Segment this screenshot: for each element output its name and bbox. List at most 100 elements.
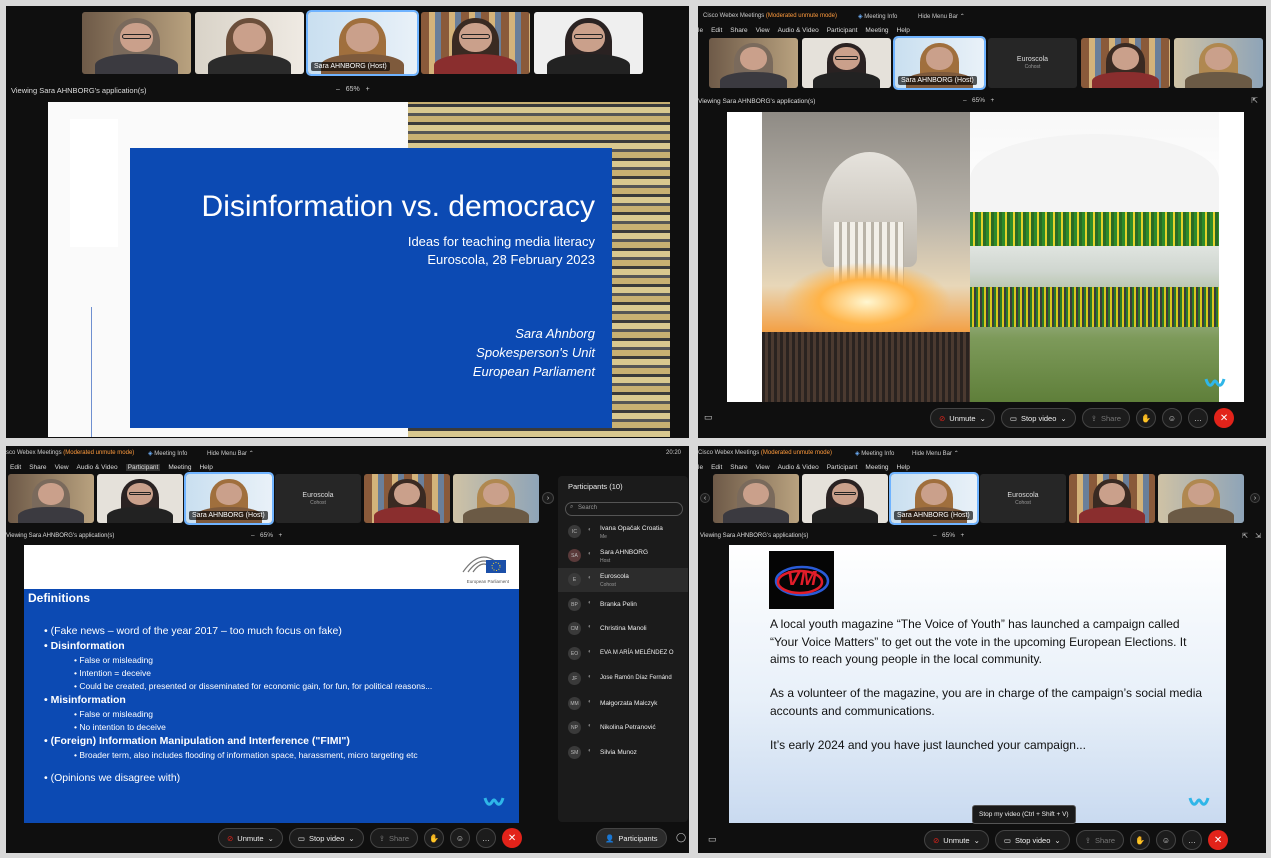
popout-icon[interactable]: ⇱ [1251,96,1258,105]
stop-video-button[interactable]: ▭ Stop video ⌄ [288,828,364,848]
menu-meeting[interactable]: Meeting [168,464,191,471]
hide-menu-bar-button[interactable]: Hide Menu Bar ⌃ [912,450,959,457]
raise-hand-button[interactable]: ✋ [424,828,445,848]
menu-edit[interactable]: Edit [711,464,722,471]
video-tile[interactable] [195,12,304,74]
menu-share[interactable]: Share [29,464,46,471]
participants-button[interactable]: 👤 Participants [596,828,667,848]
video-tile-euroscola[interactable]: Euroscola Cohost [988,38,1077,88]
participant-row[interactable]: BP ◐ Branka Pelin [558,593,688,617]
video-tile[interactable] [1081,38,1170,88]
menu-audio-video[interactable]: Audio & Video [778,27,819,34]
video-tile[interactable] [1174,38,1263,88]
chat-icon[interactable]: ▭ [704,412,713,423]
meeting-info-button[interactable]: ◈ Meeting Info [148,450,187,457]
participant-row[interactable]: IC ◐ Ivana Opačak Croatia Me [558,520,688,544]
menu-help[interactable]: Help [897,27,910,34]
video-tile[interactable] [534,12,643,74]
chat-icon[interactable]: ◯ [676,832,686,843]
video-tile[interactable] [802,38,891,88]
end-meeting-button[interactable]: ✕ [1208,830,1229,850]
more-options-button[interactable]: … [1188,408,1209,428]
video-tile-euroscola[interactable]: Euroscola Cohost [980,474,1066,523]
reactions-button[interactable]: ☺ [1156,830,1177,850]
pin-icon[interactable]: ⇲ [1255,532,1261,540]
share-button[interactable]: ⇪ Share [1081,408,1131,428]
menu-file[interactable]: le [698,464,703,471]
video-tile[interactable] [1158,474,1244,523]
popout-icon[interactable]: ⇱ [1242,532,1248,540]
participant-row[interactable]: SM ◐ Silvia Munoz [558,741,688,765]
more-options-button[interactable]: … [1182,830,1203,850]
menu-view[interactable]: View [756,464,770,471]
hide-menu-bar-button[interactable]: Hide Menu Bar ⌃ [918,13,965,20]
menu-share[interactable]: Share [730,464,747,471]
reactions-button[interactable]: ☺ [450,828,471,848]
menu-audio-video[interactable]: Audio & Video [778,464,819,471]
video-tile[interactable] [1069,474,1155,523]
menu-meeting[interactable]: Meeting [865,464,888,471]
strip-next-button[interactable]: › [1250,493,1260,503]
participant-row[interactable]: EO ◐ EVA M ARÍA MELÉNDEZ O [558,642,688,666]
menu-view[interactable]: View [756,27,770,34]
menu-edit[interactable]: Edit [711,27,722,34]
video-tile-host[interactable]: Sara AHNBORG (Host) [889,472,979,525]
zoom-control[interactable]: – 65% + [336,86,370,93]
menu-help[interactable]: Help [897,464,910,471]
participant-row[interactable]: NP ◐ Nikolina Petranović [558,716,688,740]
end-meeting-button[interactable]: ✕ [502,828,523,848]
meeting-info-button[interactable]: ◈ Meeting Info [855,450,894,457]
end-meeting-button[interactable]: ✕ [1214,408,1235,428]
menu-file[interactable]: le [698,27,703,34]
strip-prev-button[interactable]: ‹ [700,493,710,503]
meeting-info-button[interactable]: ◈ Meeting Info [858,13,897,20]
unmute-button[interactable]: ⊘ Unmute ⌄ [924,830,989,850]
menu-meeting[interactable]: Meeting [865,27,888,34]
video-tile[interactable] [364,474,450,523]
zoom-control[interactable]: – 65% + [933,532,964,539]
menu-view[interactable]: View [55,464,69,471]
stop-video-button[interactable]: ▭ Stop video ⌄ [994,830,1070,850]
video-tile[interactable] [421,12,530,74]
strip-next-button[interactable]: › [542,492,554,504]
more-options-button[interactable]: … [476,828,497,848]
video-tile[interactable] [8,474,94,523]
video-tile[interactable] [97,474,183,523]
reactions-button[interactable]: ☺ [1162,408,1183,428]
video-tile[interactable] [453,474,539,523]
zoom-control[interactable]: – 65% + [963,97,994,104]
unmute-button[interactable]: ⊘ Unmute ⌄ [218,828,283,848]
video-tile-host[interactable]: Sara AHNBORG (Host) [893,36,986,90]
menu-share[interactable]: Share [730,27,747,34]
stop-video-button[interactable]: ▭ Stop video ⌄ [1000,408,1076,428]
share-button[interactable]: ⇪ Share [369,828,419,848]
zoom-control[interactable]: – 65% + [251,532,282,539]
video-tile[interactable] [802,474,888,523]
menu-participant[interactable]: Participant [827,27,858,34]
video-tile[interactable] [709,38,798,88]
video-tile-host[interactable]: Sara AHNBORG (Host) [184,472,274,525]
mic-muted-icon: ⊘ [939,413,946,423]
participant-row[interactable]: SA ◐ Sara AHNBORG Host [558,544,688,568]
menu-participant[interactable]: Participant [125,464,161,471]
chat-icon[interactable]: ▭ [708,834,717,845]
video-tile[interactable] [82,12,191,74]
menu-edit[interactable]: Edit [10,464,21,471]
participant-row[interactable]: E ◐ Euroscola Cohost [558,568,688,592]
unmute-button[interactable]: ⊘ Unmute ⌄ [930,408,995,428]
menu-audio-video[interactable]: Audio & Video [77,464,118,471]
raise-hand-button[interactable]: ✋ [1136,408,1157,428]
raise-hand-button[interactable]: ✋ [1130,830,1151,850]
participant-row[interactable]: MM ◐ Małgorzata Malczyk [558,692,688,716]
menu-help[interactable]: Help [199,464,212,471]
participant-row[interactable]: JF ◐ Jose Ramón Díaz Fernánd [558,667,688,691]
video-tile-euroscola[interactable]: Euroscola Cohost [275,474,361,523]
menu-participant[interactable]: Participant [827,464,858,471]
video-tile[interactable] [713,474,799,523]
participant-search-input[interactable]: ⌕ Search [565,502,683,516]
video-tile-host[interactable]: Sara AHNBORG (Host) [306,10,419,76]
bullet-fake-news: • (Fake news – word of the year 2017 – t… [44,625,342,637]
share-button[interactable]: ⇪ Share [1075,830,1125,850]
hide-menu-bar-button[interactable]: Hide Menu Bar ⌃ [207,450,254,457]
participant-row[interactable]: CM ◐ Christina Manoli [558,617,688,641]
